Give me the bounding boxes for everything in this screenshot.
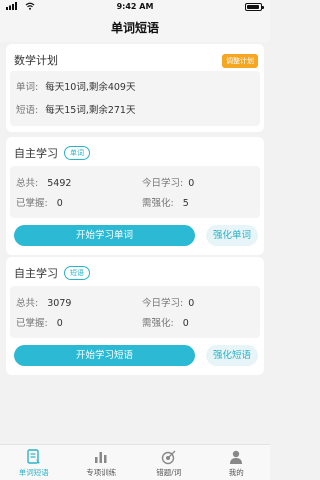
phrase-mastered-value: 0 (56, 318, 63, 329)
document-icon (27, 449, 40, 464)
word-reinforce-value: 5 (182, 198, 189, 209)
word-total-row: 总共: 5492 (16, 175, 71, 189)
word-study-title-text: 自主学习 (14, 147, 58, 160)
bar-chart-icon (95, 452, 107, 463)
person-icon (230, 450, 243, 464)
plan-details: 单词: 每天10词,剩余409天 短语: 每天15词,剩余271天 (10, 71, 260, 126)
plan-title: 数学计划 (14, 54, 58, 67)
tab-bar: 单词短语 专项训练 错题/词 我的 (0, 444, 270, 480)
start-word-study-button[interactable]: 开始学习单词 (14, 225, 195, 246)
word-today-row: 今日学习: 0 (142, 175, 194, 189)
word-today-label: 今日学习: (142, 178, 184, 189)
tab-mistakes[interactable]: 错题/词 (135, 445, 203, 480)
word-today-value: 0 (188, 178, 195, 189)
word-mastered-row: 已掌握: 0 (16, 195, 63, 209)
plan-word-value: 每天10词,剩余409天 (45, 82, 136, 93)
phrase-study-title: 自主学习 短语 (14, 265, 90, 282)
tab-words-phrases[interactable]: 单词短语 (0, 445, 68, 480)
phrase-today-value: 0 (188, 298, 195, 309)
tab-words-phrases-label: 单词短语 (18, 468, 49, 477)
plan-phrase-label: 短语: (16, 105, 39, 116)
phrase-study-title-text: 自主学习 (14, 267, 58, 280)
plan-word-label: 单词: (16, 82, 39, 93)
tab-mistakes-label: 错题/词 (156, 468, 182, 477)
word-reinforce-label: 需强化: (142, 198, 174, 209)
word-study-card: 自主学习 单词 总共: 5492 今日学习: 0 已掌握: 0 需强化: 5 开始… (6, 137, 264, 255)
word-tag: 单词 (64, 146, 90, 160)
plan-phrase-row: 短语: 每天15词,剩余271天 (16, 102, 135, 116)
tab-mine-label: 我的 (228, 468, 244, 477)
tab-special-training[interactable]: 专项训练 (68, 445, 136, 480)
phrase-reinforce-row: 需强化: 0 (142, 315, 189, 329)
word-mastered-value: 0 (56, 198, 63, 209)
phrase-mastered-label: 已掌握: (16, 318, 48, 329)
strengthen-phrases-button[interactable]: 强化短语 (206, 345, 258, 366)
plan-word-row: 单词: 每天10词,剩余409天 (16, 79, 135, 93)
adjust-plan-button[interactable]: 调整计划 (222, 54, 258, 68)
battery-icon (245, 3, 264, 11)
plan-card: 数学计划 调整计划 单词: 每天10词,剩余409天 短语: 每天15词,剩余2… (6, 44, 264, 132)
phrase-mastered-row: 已掌握: 0 (16, 315, 63, 329)
phrase-tag: 短语 (64, 266, 90, 280)
phrase-total-value: 3079 (47, 298, 72, 309)
tab-special-training-label: 专项训练 (86, 468, 117, 477)
phrase-total-label: 总共: (16, 298, 39, 309)
word-study-title: 自主学习 单词 (14, 145, 90, 162)
phrase-today-label: 今日学习: (142, 298, 184, 309)
phrase-reinforce-value: 0 (182, 318, 189, 329)
tab-mine[interactable]: 我的 (203, 445, 271, 480)
status-time: 9:42 AM (116, 2, 154, 11)
phrase-total-row: 总共: 3079 (16, 295, 71, 309)
word-mastered-label: 已掌握: (16, 198, 48, 209)
phrase-stats: 总共: 3079 今日学习: 0 已掌握: 0 需强化: 0 (10, 286, 260, 338)
page-title: 单词短语 (0, 14, 270, 42)
target-icon (161, 450, 176, 465)
start-phrase-study-button[interactable]: 开始学习短语 (14, 345, 195, 366)
word-total-label: 总共: (16, 178, 39, 189)
plan-phrase-value: 每天15词,剩余271天 (45, 105, 136, 116)
phrase-reinforce-label: 需强化: (142, 318, 174, 329)
status-bar: 9:42 AM (0, 0, 270, 14)
word-total-value: 5492 (47, 178, 72, 189)
phrase-today-row: 今日学习: 0 (142, 295, 194, 309)
word-reinforce-row: 需强化: 5 (142, 195, 189, 209)
strengthen-words-button[interactable]: 强化单词 (206, 225, 258, 246)
word-stats: 总共: 5492 今日学习: 0 已掌握: 0 需强化: 5 (10, 166, 260, 218)
phrase-study-card: 自主学习 短语 总共: 3079 今日学习: 0 已掌握: 0 需强化: 0 开始… (6, 257, 264, 375)
